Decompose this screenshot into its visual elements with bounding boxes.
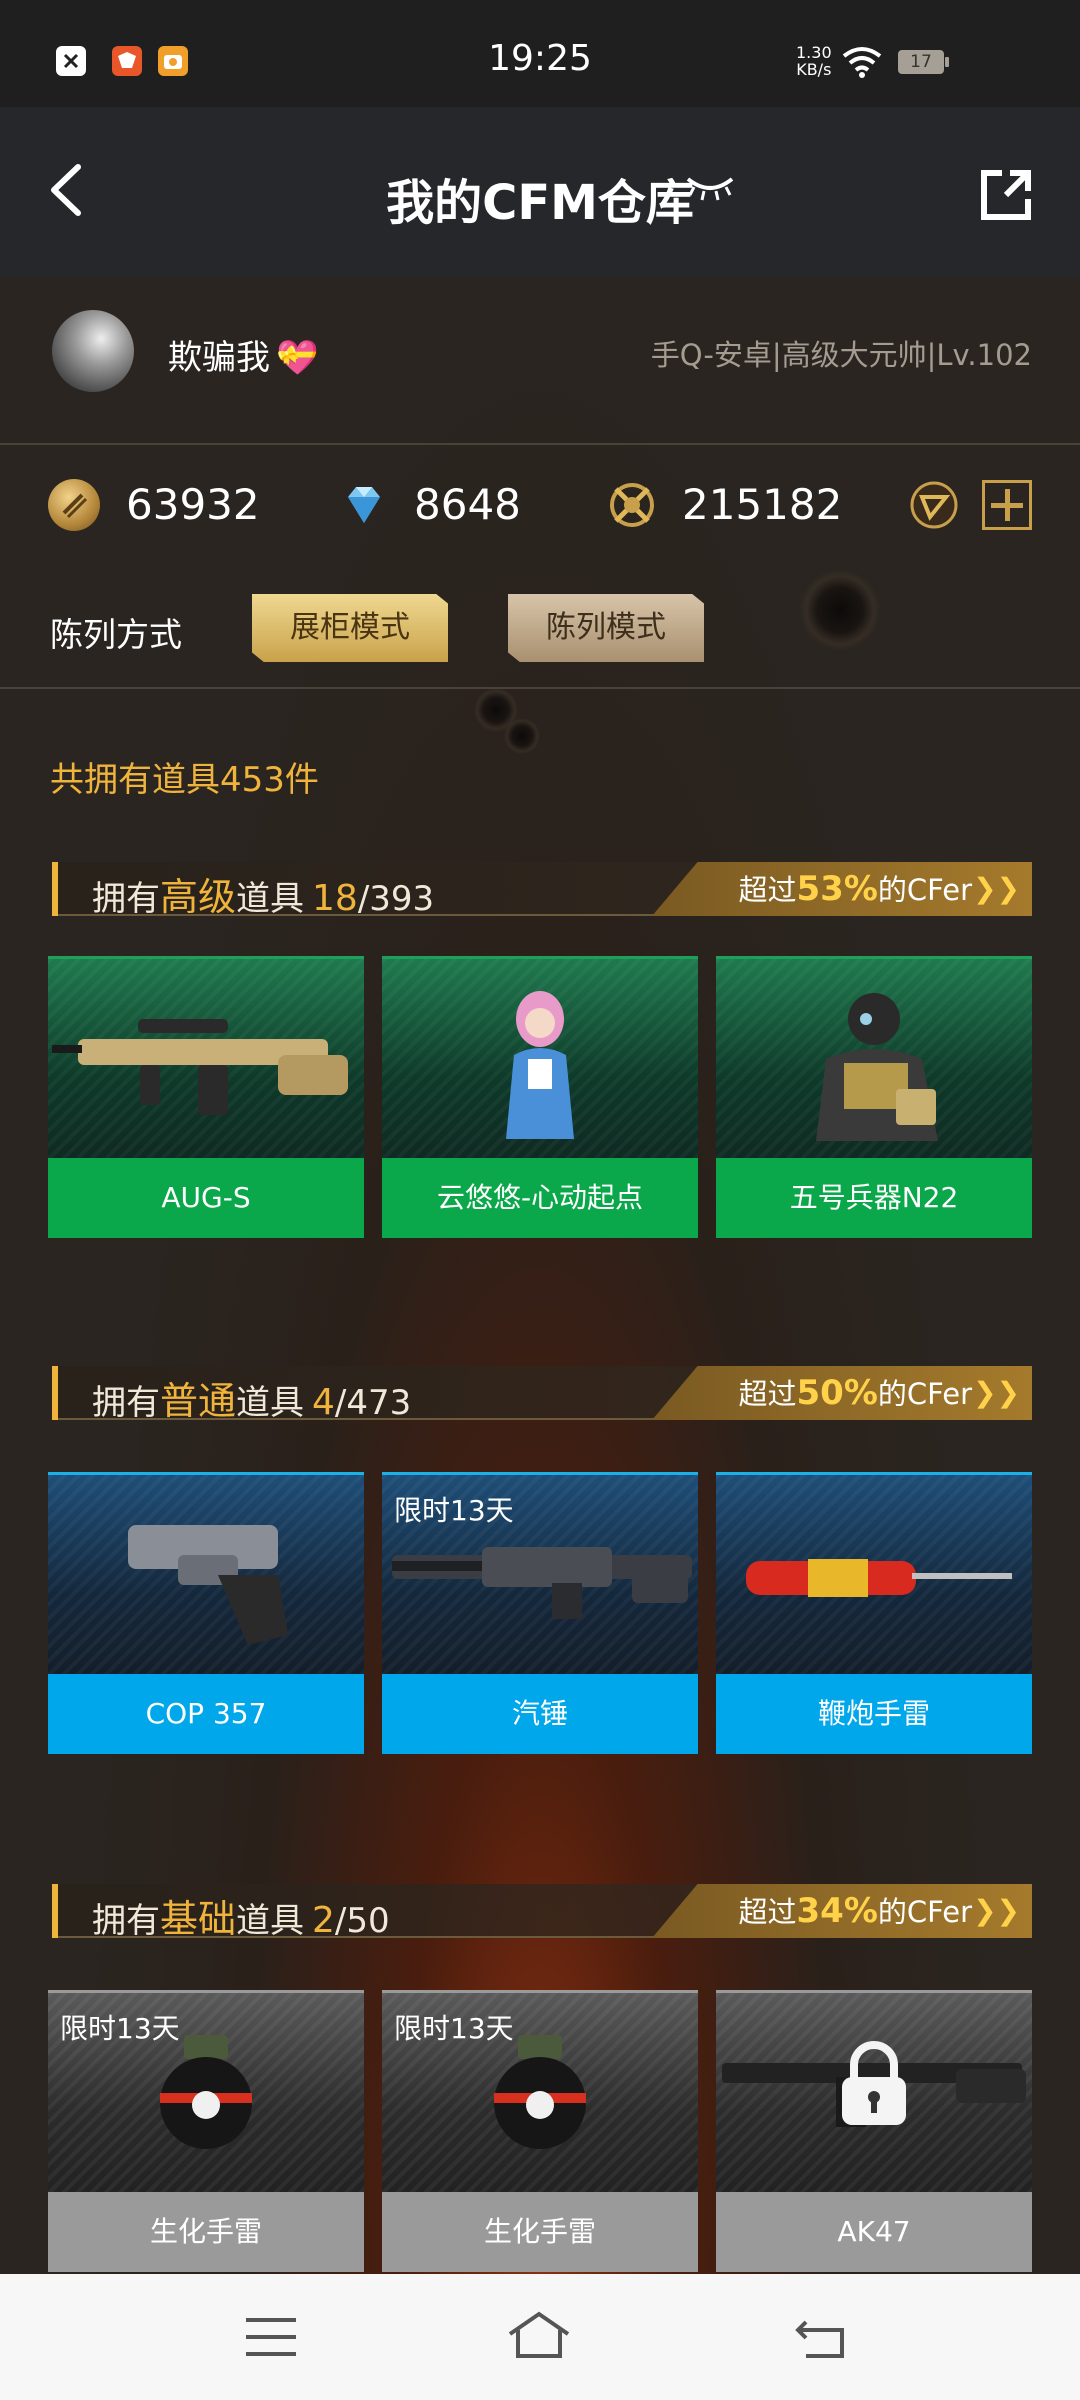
section-header-normal[interactable]: 拥有普通道具 4/473 超过50%的CFer ❯❯ bbox=[52, 1366, 1032, 1423]
add-icon[interactable] bbox=[982, 480, 1032, 530]
rifle-icon bbox=[52, 1019, 348, 1115]
app-header: 我的CFM仓库 bbox=[0, 107, 1080, 277]
wifi-icon bbox=[842, 47, 882, 78]
menu-button[interactable] bbox=[236, 2304, 306, 2370]
cf-points-icon bbox=[610, 483, 654, 527]
heart-gift-icon: 💝 bbox=[276, 338, 319, 378]
item-image bbox=[716, 1990, 1032, 2192]
share-button[interactable] bbox=[976, 165, 1036, 225]
limit-tag: 限时13天 bbox=[394, 2012, 514, 2045]
status-bar: 19:25 1.30 KB/s 17 bbox=[0, 0, 1080, 107]
item-image bbox=[716, 1472, 1032, 1674]
item-name: 五号兵器N22 bbox=[716, 1158, 1032, 1238]
item-image bbox=[382, 956, 698, 1158]
showcase-mode-button[interactable]: 展柜模式 bbox=[252, 594, 448, 662]
item-name: AK47 bbox=[716, 2192, 1032, 2272]
page-title: 我的CFM仓库 bbox=[386, 175, 694, 231]
section-accent bbox=[52, 1884, 58, 1938]
item-card[interactable]: COP 357 bbox=[48, 1472, 364, 1754]
battery-icon: 17 bbox=[898, 50, 944, 74]
avatar[interactable] bbox=[52, 310, 134, 392]
home-icon bbox=[508, 2311, 570, 2358]
honor-icon[interactable] bbox=[908, 479, 960, 531]
gold-value: 63932 bbox=[126, 480, 260, 529]
section-title: 拥有普通道具 4/473 bbox=[92, 1379, 412, 1423]
back-nav-button[interactable] bbox=[786, 2304, 856, 2370]
section-accent bbox=[52, 862, 58, 916]
item-card[interactable]: AK47 bbox=[716, 1990, 1032, 2272]
battery-tip bbox=[945, 57, 949, 67]
lock-icon bbox=[842, 2041, 906, 2125]
total-items: 共拥有道具453件 bbox=[50, 760, 319, 800]
bullet-hole-decoration bbox=[800, 570, 880, 650]
section-accent bbox=[52, 1366, 58, 1420]
double-chevron-right-icon: ❯❯ bbox=[973, 1376, 1020, 1409]
item-image: 限时13天 bbox=[382, 1990, 698, 2192]
item-card[interactable]: 限时13天 生化手雷 bbox=[48, 1990, 364, 2272]
bullet-hole-decoration bbox=[504, 718, 540, 754]
double-chevron-right-icon: ❯❯ bbox=[973, 872, 1020, 905]
menu-icon bbox=[246, 2318, 296, 2356]
section-header-basic[interactable]: 拥有基础道具 2/50 超过34%的CFer ❯❯ bbox=[52, 1884, 1032, 1941]
limit-tag: 限时13天 bbox=[394, 1494, 514, 1527]
gold-coin-icon bbox=[48, 479, 100, 531]
item-image bbox=[48, 1472, 364, 1674]
item-image bbox=[48, 956, 364, 1158]
character-icon bbox=[816, 993, 938, 1141]
item-card[interactable]: 五号兵器N22 bbox=[716, 956, 1032, 1238]
cf-points-value: 215182 bbox=[682, 480, 843, 529]
firecracker-grenade-icon bbox=[746, 1559, 1012, 1597]
diamond-icon bbox=[348, 487, 380, 523]
back-icon bbox=[795, 2320, 844, 2358]
section-header-advanced[interactable]: 拥有高级道具 18/393 超过53%的CFer ❯❯ bbox=[52, 862, 1032, 919]
item-name: 生化手雷 bbox=[48, 2192, 364, 2272]
item-card[interactable]: 限时13天 汽锤 bbox=[382, 1472, 698, 1754]
item-name: 汽锤 bbox=[382, 1674, 698, 1754]
item-name: 生化手雷 bbox=[382, 2192, 698, 2272]
section-title: 拥有基础道具 2/50 bbox=[92, 1897, 390, 1941]
item-card[interactable]: 云悠悠-心动起点 bbox=[382, 956, 698, 1238]
arrange-label: 陈列方式 bbox=[50, 615, 182, 654]
item-image bbox=[716, 956, 1032, 1158]
limit-tag: 限时13天 bbox=[60, 2012, 180, 2045]
share-icon bbox=[981, 170, 1031, 220]
pistol-icon bbox=[128, 1525, 288, 1645]
divider bbox=[0, 687, 1080, 689]
eye-closed-icon[interactable] bbox=[684, 167, 736, 207]
item-name: 云悠悠-心动起点 bbox=[382, 1158, 698, 1238]
item-name: 鞭炮手雷 bbox=[716, 1674, 1032, 1754]
account-info: 手Q-安卓|高级大元帅|Lv.102 bbox=[650, 338, 1032, 372]
home-button[interactable] bbox=[504, 2304, 574, 2370]
net-speed: 1.30 KB/s bbox=[796, 43, 832, 79]
item-card[interactable]: 限时13天 生化手雷 bbox=[382, 1990, 698, 2272]
double-chevron-right-icon: ❯❯ bbox=[973, 1894, 1020, 1927]
diamond-value: 8648 bbox=[414, 480, 521, 529]
username: 欺骗我 💝 bbox=[168, 338, 319, 378]
character-icon bbox=[506, 991, 574, 1139]
item-card[interactable]: AUG-S bbox=[48, 956, 364, 1238]
item-card[interactable]: 鞭炮手雷 bbox=[716, 1472, 1032, 1754]
item-name: AUG-S bbox=[48, 1158, 364, 1238]
item-image: 限时13天 bbox=[382, 1472, 698, 1674]
item-image: 限时13天 bbox=[48, 1990, 364, 2192]
system-nav-bar bbox=[0, 2274, 1080, 2400]
section-title: 拥有高级道具 18/393 bbox=[92, 875, 435, 919]
item-name: COP 357 bbox=[48, 1674, 364, 1754]
display-mode-button[interactable]: 陈列模式 bbox=[508, 594, 704, 662]
